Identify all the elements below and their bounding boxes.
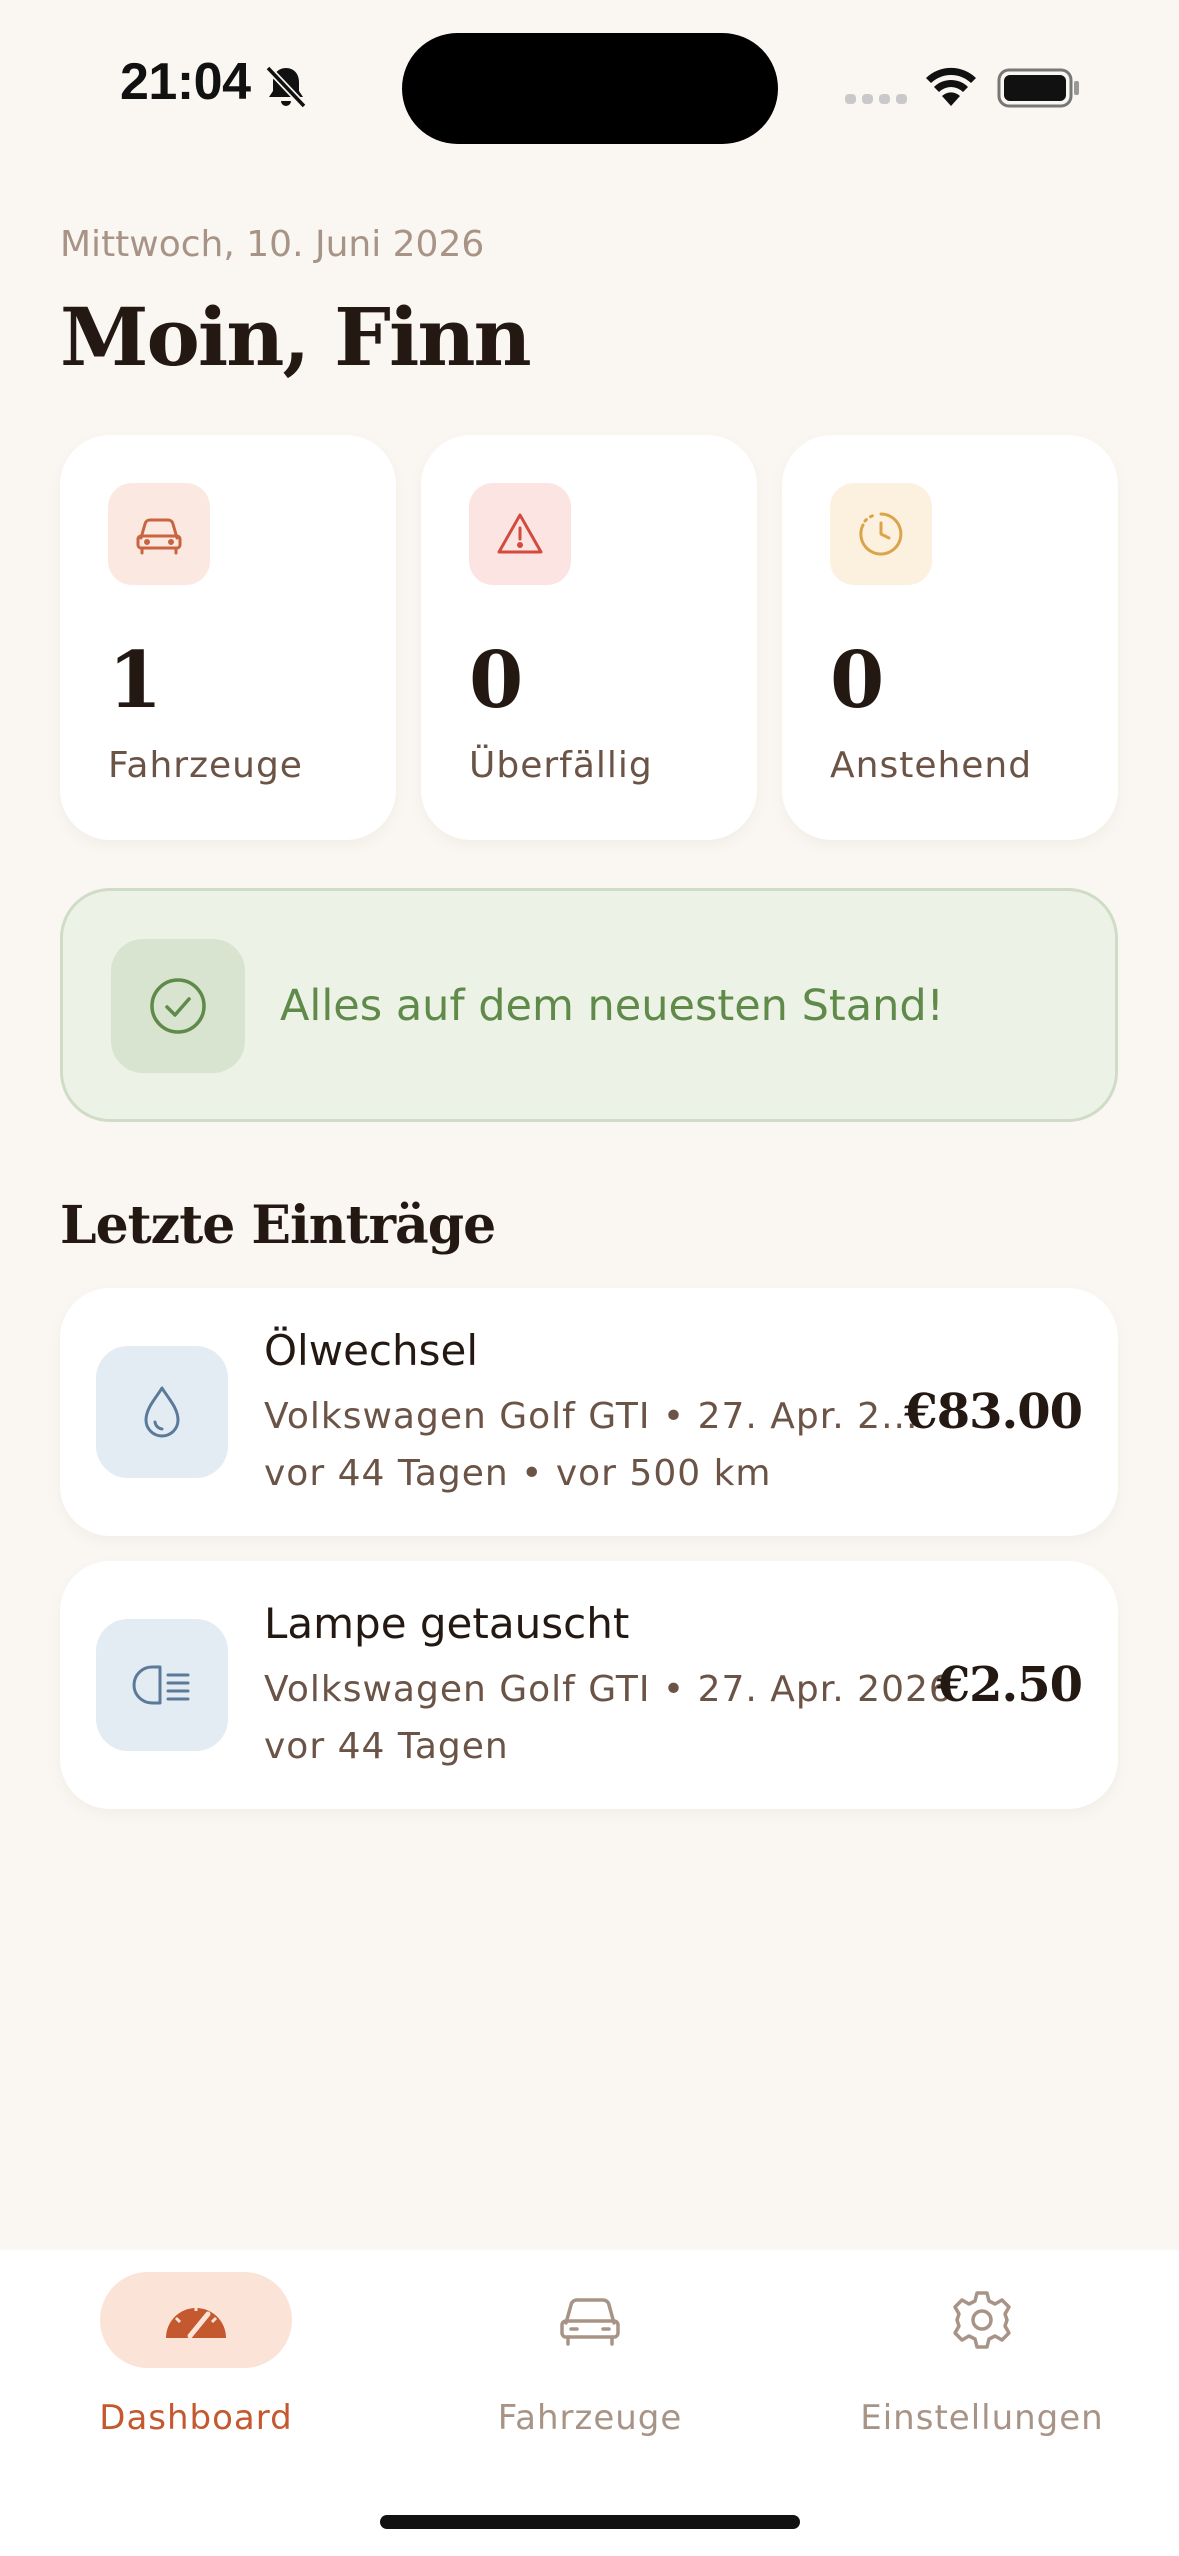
wifi-icon [926, 67, 976, 106]
stat-card-vehicles[interactable]: 1 Fahrzeuge [60, 435, 396, 840]
status-banner: Alles auf dem neuesten Stand! [60, 888, 1118, 1122]
signal-icon [845, 94, 907, 104]
list-item[interactable]: Lampe getauscht Volkswagen Golf GTI • 27… [60, 1561, 1118, 1809]
entry-age: vor 44 Tagen • vor 500 km [264, 1453, 772, 1494]
date-label: Mittwoch, 10. Juni 2026 [60, 224, 485, 265]
stat-label: Fahrzeuge [108, 745, 303, 786]
entry-price: €2.50 [936, 1657, 1083, 1713]
entry-subtitle: Volkswagen Golf GTI • 27. Apr. 2026 [264, 1669, 953, 1710]
stat-value: 1 [108, 635, 163, 726]
tab-bar: Dashboard Fahrzeuge Einstellungen [0, 2250, 1179, 2556]
status-time: 21:04 [120, 53, 251, 111]
car-icon [494, 2272, 686, 2368]
stat-card-upcoming[interactable]: 0 Anstehend [782, 435, 1118, 840]
greeting-title: Moin, Finn [60, 290, 532, 384]
warning-icon [469, 483, 571, 585]
dynamic-island [402, 33, 778, 144]
stat-value: 0 [830, 635, 885, 726]
banner-text: Alles auf dem neuesten Stand! [280, 981, 944, 1031]
stat-value: 0 [469, 635, 524, 726]
tab-label: Fahrzeuge [497, 2398, 683, 2438]
tab-label: Einstellungen [860, 2398, 1104, 2438]
entry-subtitle: Volkswagen Golf GTI • 27. Apr. 2... [264, 1396, 919, 1437]
section-title-recent: Letzte Einträge [60, 1195, 496, 1256]
gear-icon [886, 2272, 1078, 2368]
list-item[interactable]: Ölwechsel Volkswagen Golf GTI • 27. Apr.… [60, 1288, 1118, 1536]
tab-dashboard[interactable]: Dashboard [46, 2272, 346, 2472]
entry-price: €83.00 [904, 1384, 1083, 1440]
check-circle-icon [111, 939, 245, 1073]
bell-slash-icon [265, 65, 307, 109]
car-icon [108, 483, 210, 585]
entry-age: vor 44 Tagen [264, 1726, 509, 1767]
stat-card-overdue[interactable]: 0 Überfällig [421, 435, 757, 840]
battery-icon [997, 68, 1079, 108]
entry-title: Ölwechsel [264, 1326, 479, 1375]
tab-label: Dashboard [99, 2398, 293, 2438]
headlight-icon [96, 1619, 228, 1751]
stat-label: Überfällig [469, 745, 653, 786]
stat-label: Anstehend [830, 745, 1033, 786]
clock-icon [830, 483, 932, 585]
tab-settings[interactable]: Einstellungen [832, 2272, 1132, 2472]
speedometer-icon [100, 2272, 292, 2368]
oil-drop-icon [96, 1346, 228, 1478]
home-indicator[interactable] [380, 2515, 800, 2529]
entry-title: Lampe getauscht [264, 1599, 630, 1648]
tab-vehicles[interactable]: Fahrzeuge [440, 2272, 740, 2472]
